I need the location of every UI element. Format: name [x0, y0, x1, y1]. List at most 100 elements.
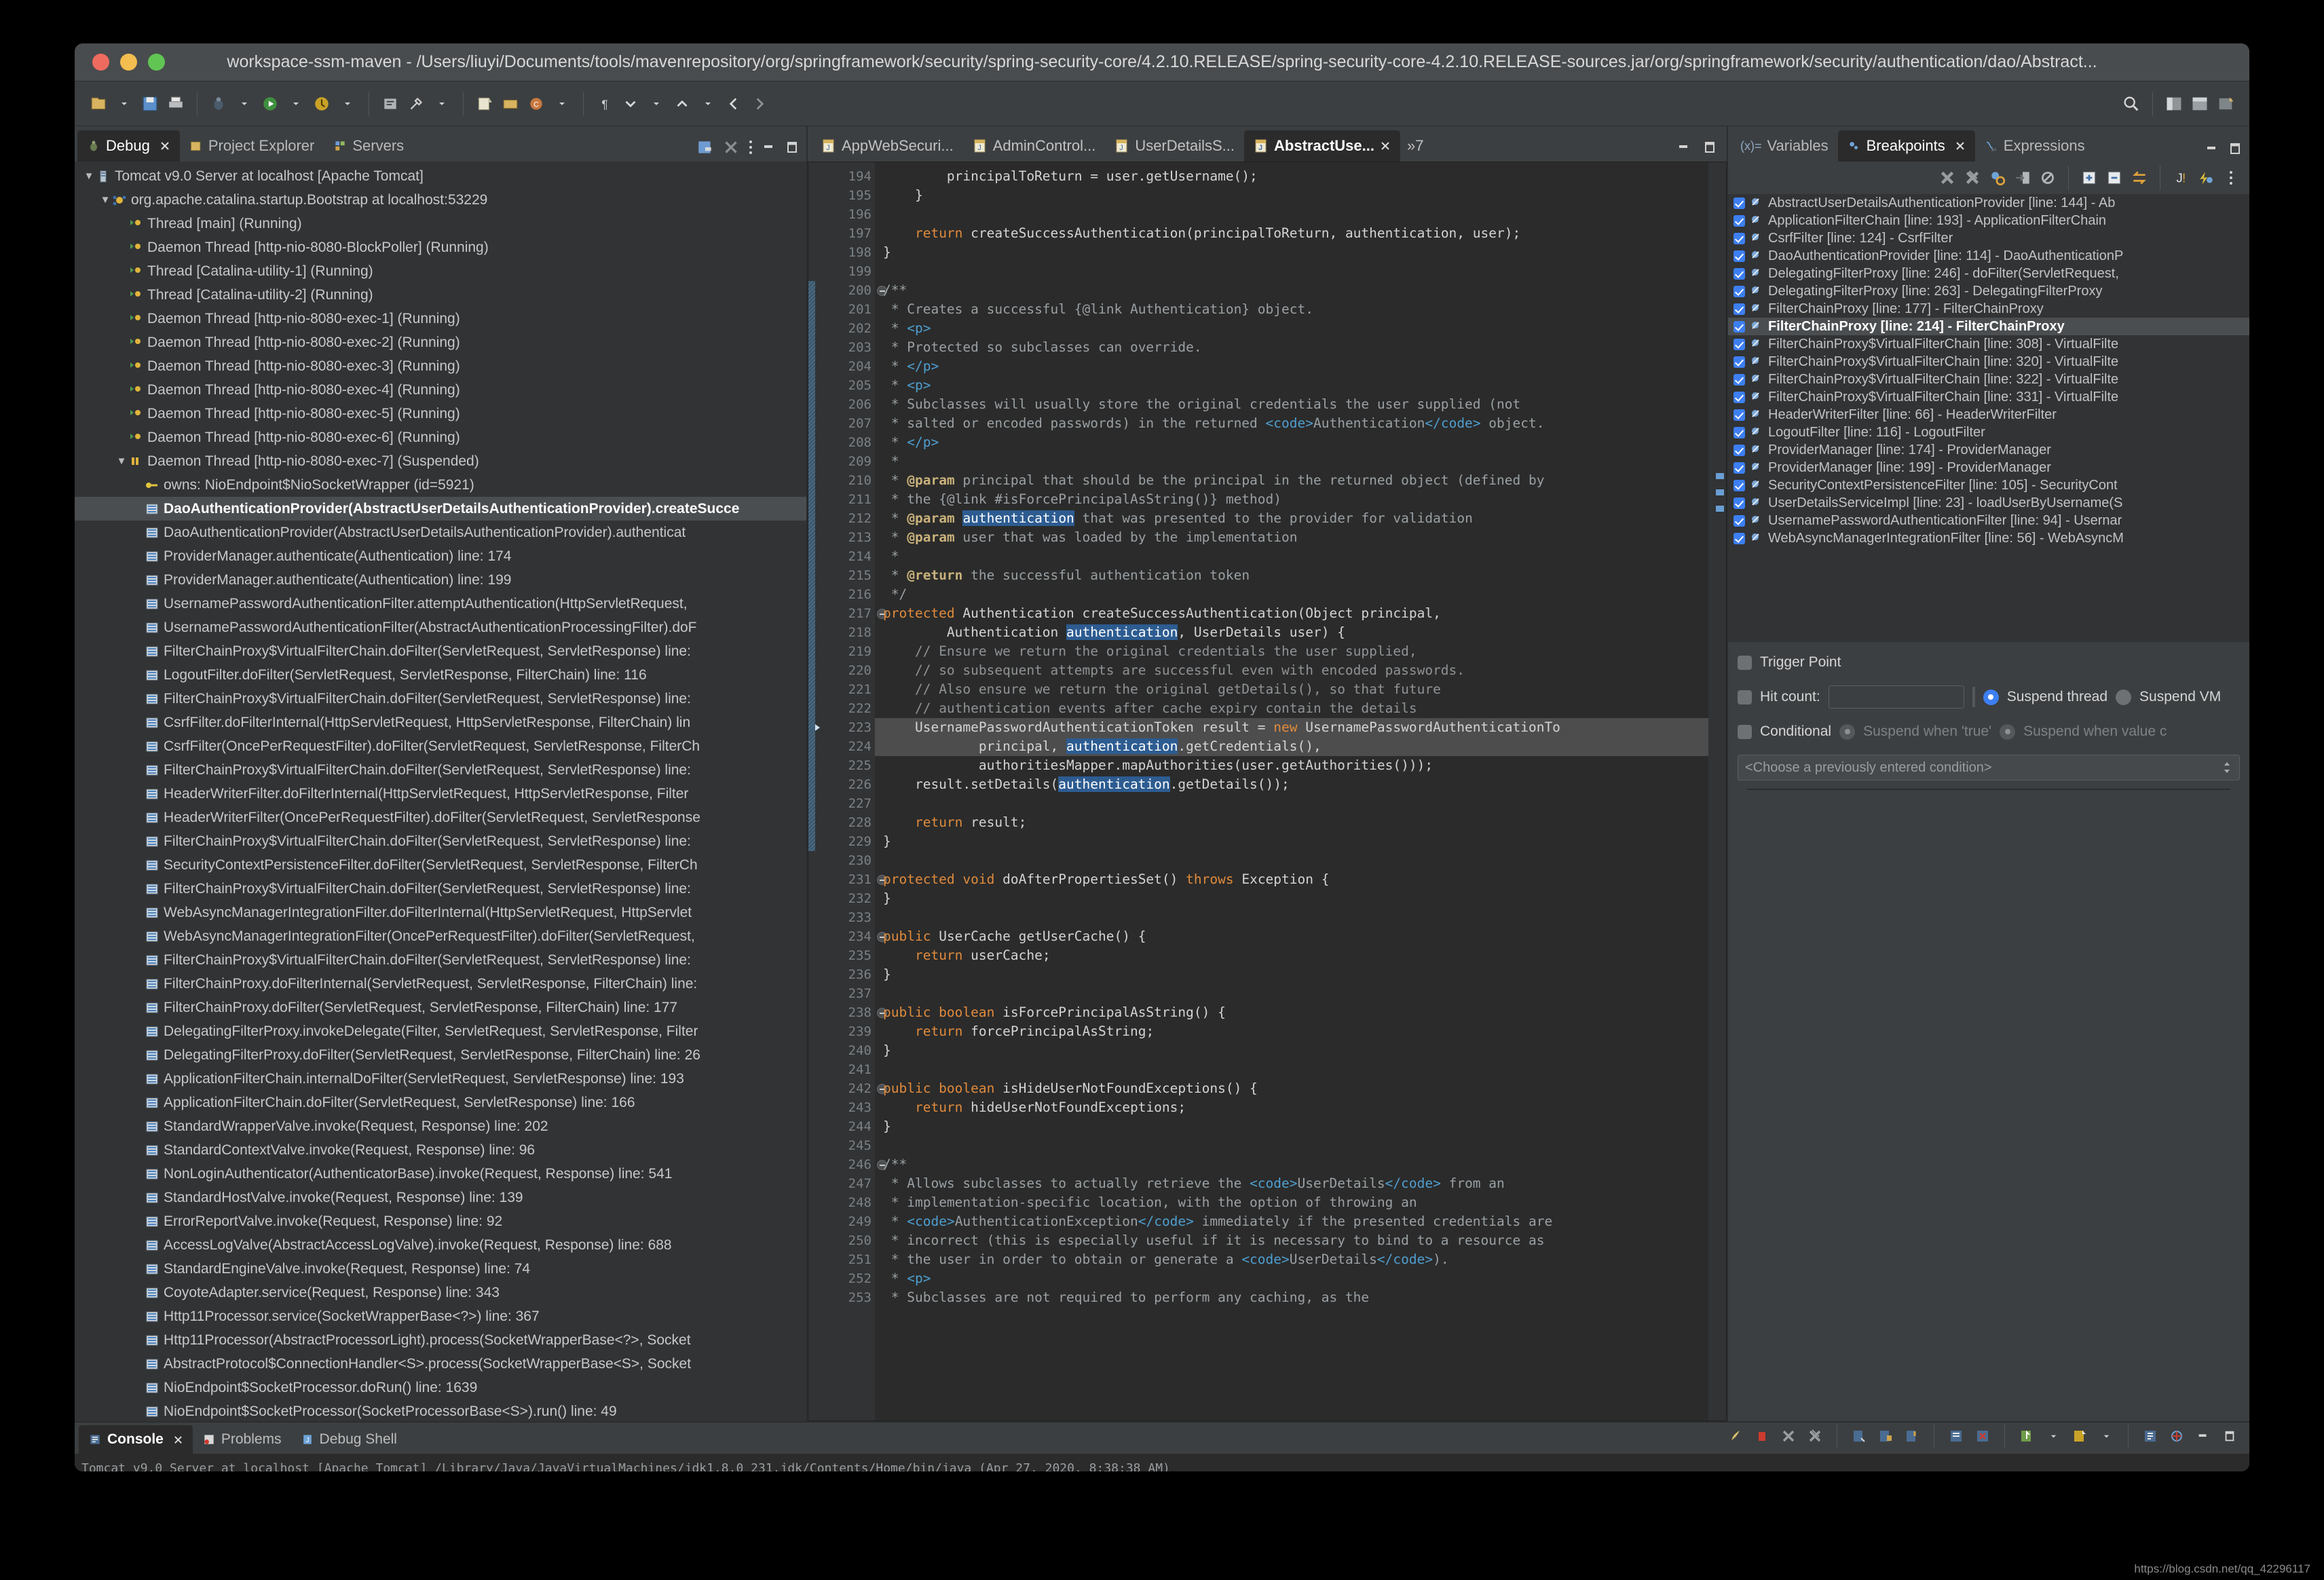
breakpoint-row[interactable]: FilterChainProxy$VirtualFilterChain [lin… — [1728, 353, 2249, 371]
debug-tree-row[interactable]: Thread [main] (Running) — [75, 212, 806, 236]
chevron-down-icon[interactable] — [696, 90, 719, 117]
perspective-java-icon[interactable] — [2188, 90, 2211, 117]
debug-tree-row[interactable]: UsernamePasswordAuthenticationFilter(Abs… — [75, 616, 806, 639]
editor-tab[interactable]: J AdminControl... — [963, 130, 1106, 162]
disconnect-icon[interactable] — [722, 138, 740, 156]
add-java-exception-breakpoint-icon[interactable]: J! — [2169, 164, 2192, 191]
perspective-debug-icon[interactable] — [2162, 90, 2186, 117]
code-line[interactable]: public boolean isHideUserNotFoundExcepti… — [875, 1079, 1708, 1098]
code-line[interactable]: * <p> — [875, 319, 1708, 338]
debug-tree-row[interactable]: ErrorReportValve.invoke(Request, Respons… — [75, 1209, 806, 1233]
expand-collapse-arrow[interactable]: ▼ — [114, 455, 129, 467]
condition-editor[interactable] — [1747, 789, 2230, 790]
debug-tree-row[interactable]: ProviderManager.authenticate(Authenticat… — [75, 568, 806, 592]
code-line[interactable]: * the {@link #isForcePrincipalAsString()… — [875, 490, 1708, 509]
debug-tree-row[interactable]: HeaderWriterFilter.doFilterInternal(Http… — [75, 782, 806, 806]
prev-annotation-icon[interactable] — [671, 90, 694, 117]
code-line[interactable]: // so subsequent attempts are successful… — [875, 661, 1708, 680]
code-line[interactable] — [875, 908, 1708, 927]
debug-tree-row[interactable]: NioEndpoint$SocketProcessor(SocketProces… — [75, 1399, 806, 1421]
code-line[interactable] — [875, 794, 1708, 813]
terminate-all-icon[interactable] — [1724, 1423, 1747, 1450]
code-line[interactable] — [875, 205, 1708, 224]
breakpoint-row[interactable]: FilterChainProxy$VirtualFilterChain [lin… — [1728, 371, 2249, 388]
code-line[interactable]: * </p> — [875, 433, 1708, 452]
build-icon[interactable] — [379, 90, 402, 117]
debug-tree-row[interactable]: Daemon Thread [http-nio-8080-exec-4] (Ru… — [75, 378, 806, 402]
breakpoint-enabled-checkbox[interactable] — [1733, 514, 1745, 527]
chevron-down-icon[interactable] — [113, 90, 136, 117]
debug-tree-row[interactable]: FilterChainProxy.doFilterInternal(Servle… — [75, 972, 806, 996]
debug-tree-row[interactable]: ▼ Daemon Thread [http-nio-8080-exec-7] (S… — [75, 449, 806, 473]
breakpoints-list[interactable]: AbstractUserDetailsAuthenticationProvide… — [1728, 194, 2249, 642]
console-output[interactable]: Tomcat v9.0 Server at localhost [Apache … — [75, 1454, 2249, 1471]
code-line[interactable]: * the user in order to obtain or generat… — [875, 1250, 1708, 1269]
debug-tree-row[interactable]: WebAsyncManagerIntegrationFilter.doFilte… — [75, 901, 806, 924]
suspend-thread-radio[interactable] — [1983, 689, 1999, 705]
breakpoint-row[interactable]: HeaderWriterFilter [line: 66] - HeaderWr… — [1728, 406, 2249, 424]
code-line[interactable]: * incorrect (this is especially useful i… — [875, 1231, 1708, 1250]
debug-tree-row[interactable]: HeaderWriterFilter(OncePerRequestFilter)… — [75, 806, 806, 829]
tab-project-explorer[interactable]: Project Explorer — [180, 130, 324, 162]
stepper-icon[interactable] — [2222, 760, 2232, 775]
debug-tree-row[interactable]: NonLoginAuthenticator(AuthenticatorBase)… — [75, 1162, 806, 1186]
code-line[interactable]: } — [875, 1041, 1708, 1060]
code-line[interactable]: /** — [875, 281, 1708, 300]
trigger-point-row[interactable]: Trigger Point — [1738, 654, 2240, 671]
annotation-ruler[interactable] — [808, 162, 830, 1421]
debug-tree-row[interactable]: Daemon Thread [http-nio-8080-exec-5] (Ru… — [75, 402, 806, 426]
new-icon[interactable] — [87, 90, 110, 117]
debug-tree-row[interactable]: Daemon Thread [http-nio-8080-exec-6] (Ru… — [75, 426, 806, 449]
breakpoint-enabled-checkbox[interactable] — [1733, 426, 1745, 438]
code-line[interactable]: * <p> — [875, 1269, 1708, 1288]
new-console-view-icon[interactable] — [2068, 1423, 2091, 1450]
scroll-lock-icon[interactable] — [1874, 1423, 1897, 1450]
editor-tab[interactable]: J AppWebSecuri... — [812, 130, 963, 162]
code-line[interactable]: * </p> — [875, 357, 1708, 376]
code-line[interactable]: * Subclasses will usually store the orig… — [875, 395, 1708, 414]
tab-debug-shell[interactable]: J Debug Shell — [291, 1425, 407, 1454]
chevron-down-icon[interactable] — [233, 90, 256, 117]
console-preferences-icon[interactable] — [2165, 1423, 2188, 1450]
external-tools-icon[interactable] — [405, 90, 428, 117]
remove-breakpoint-icon[interactable] — [1936, 164, 1959, 191]
chevron-down-icon[interactable] — [284, 90, 307, 117]
debug-tree-row[interactable]: Http11Processor.service(SocketWrapperBas… — [75, 1304, 806, 1328]
expand-collapse-arrow[interactable]: ▼ — [98, 194, 113, 206]
code-line[interactable]: * Creates a successful {@link Authentica… — [875, 300, 1708, 319]
breakpoint-enabled-checkbox[interactable] — [1733, 250, 1745, 262]
debug-tree-row[interactable]: ApplicationFilterChain.internalDoFilter(… — [75, 1067, 806, 1091]
tab-breakpoints[interactable]: Breakpoints — [1837, 130, 1975, 162]
code-line[interactable] — [875, 262, 1708, 281]
tab-expressions[interactable]: x= Expressions — [1975, 130, 2095, 162]
minimize-view-icon[interactable] — [762, 140, 776, 155]
debug-tree-row[interactable]: NioEndpoint$SocketProcessor.doRun() line… — [75, 1376, 806, 1399]
overview-ruler-mark[interactable] — [1716, 489, 1724, 495]
chevron-down-icon[interactable] — [430, 90, 453, 117]
breakpoint-enabled-checkbox[interactable] — [1733, 232, 1745, 244]
code-line[interactable]: * @param principal that should be the pr… — [875, 471, 1708, 490]
breakpoint-enabled-checkbox[interactable] — [1733, 197, 1745, 209]
code-line[interactable]: principal, authentication.getCredentials… — [875, 737, 1708, 756]
code-line[interactable] — [875, 1136, 1708, 1155]
show-console-on-output-icon[interactable] — [1945, 1423, 1968, 1450]
code-line[interactable]: return hideUserNotFoundExceptions; — [875, 1098, 1708, 1117]
code-line[interactable]: principalToReturn = user.getUsername(); — [875, 167, 1708, 186]
breakpoint-enabled-checkbox[interactable] — [1733, 214, 1745, 227]
breakpoint-row[interactable]: LogoutFilter [line: 116] - LogoutFilter — [1728, 424, 2249, 441]
breakpoint-row[interactable]: UsernamePasswordAuthenticationFilter [li… — [1728, 512, 2249, 529]
trigger-point-checkbox[interactable] — [1738, 655, 1752, 670]
chevron-down-icon[interactable] — [550, 90, 574, 117]
chevron-down-icon[interactable] — [2095, 1423, 2118, 1450]
code-line[interactable] — [875, 851, 1708, 870]
code-line[interactable]: } — [875, 889, 1708, 908]
breakpoint-row[interactable]: FilterChainProxy [line: 214] - FilterCha… — [1728, 318, 2249, 335]
debug-tree-row[interactable]: DaoAuthenticationProvider(AbstractUserDe… — [75, 521, 806, 544]
tab-servers[interactable]: Servers — [324, 130, 413, 162]
breakpoint-enabled-checkbox[interactable] — [1733, 532, 1745, 544]
code-line[interactable]: public boolean isForcePrincipalAsString(… — [875, 1003, 1708, 1022]
minimize-view-icon[interactable] — [1676, 140, 1691, 155]
breakpoint-enabled-checkbox[interactable] — [1733, 497, 1745, 509]
code-line[interactable]: result.setDetails(authentication.getDeta… — [875, 775, 1708, 794]
debug-tree-row[interactable]: ▼ org.apache.catalina.startup.Bootstrap a… — [75, 188, 806, 212]
